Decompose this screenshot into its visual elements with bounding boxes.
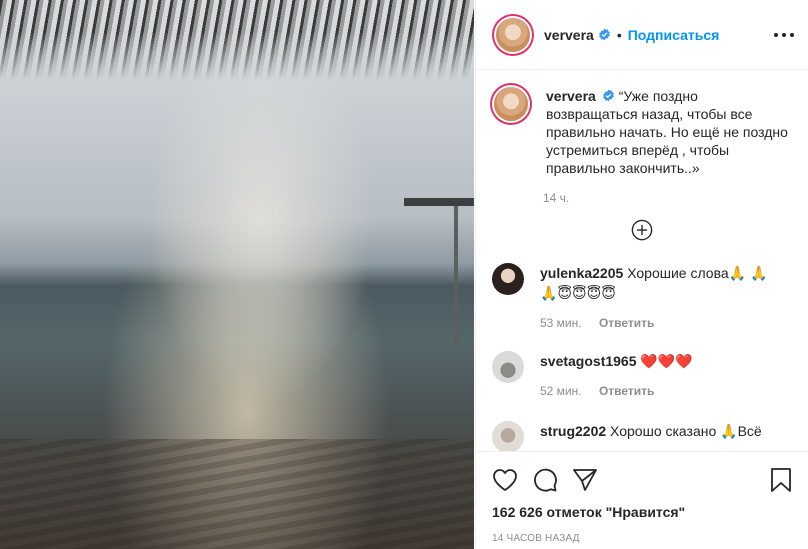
caption: ververa “Уже поздно возвращаться назад, … — [492, 87, 792, 177]
wooden-deck — [0, 439, 474, 549]
caption-time: 14 ч. — [543, 191, 570, 205]
reply-button[interactable]: Ответить — [599, 384, 654, 398]
action-bar — [492, 460, 792, 500]
comment-item: yulenka2205 Хорошие слова🙏 🙏 🙏😇😇😇😇 53 ми… — [492, 263, 792, 333]
comment-item: strug2202 Хорошо сказано 🙏Всё — [492, 421, 792, 451]
separator-dot: • — [616, 26, 622, 43]
heart-icon[interactable] — [492, 468, 518, 492]
caption-username[interactable]: ververa — [546, 88, 596, 104]
comments-list[interactable]: ververa “Уже поздно возвращаться назад, … — [476, 71, 808, 451]
comment-text: ❤️❤️❤️ — [640, 353, 693, 369]
verified-badge-icon — [598, 28, 610, 41]
likes-count[interactable]: 162 626 отметок "Нравится" — [492, 504, 792, 520]
palm-fronds — [0, 0, 474, 80]
commenter-avatar[interactable] — [492, 421, 524, 451]
comment-time: 52 мин. — [540, 384, 582, 398]
more-options-icon[interactable] — [774, 27, 794, 43]
comment-item: svetagost1965 ❤️❤️❤️ 52 мин. Ответить — [492, 351, 792, 401]
commenter-username[interactable]: yulenka2205 — [540, 265, 623, 281]
commenter-username[interactable]: svetagost1965 — [540, 353, 637, 369]
comment-time: 53 мин. — [540, 316, 582, 330]
comment-icon[interactable] — [532, 467, 558, 493]
caption-body: ververa “Уже поздно возвращаться назад, … — [546, 87, 792, 177]
beach-hut — [404, 198, 474, 348]
commenter-username[interactable]: strug2202 — [540, 423, 606, 439]
post-photo[interactable] — [0, 0, 474, 549]
paper-plane-icon[interactable] — [572, 468, 598, 492]
post-header: ververa • Подписаться — [476, 0, 808, 70]
commenter-avatar[interactable] — [492, 263, 524, 295]
post-timestamp[interactable]: 14 часов назад — [492, 533, 792, 544]
follow-button[interactable]: Подписаться — [628, 27, 720, 43]
reply-button[interactable]: Ответить — [599, 316, 654, 330]
post-side-panel: ververa • Подписаться ververa “Уже поздн… — [475, 0, 808, 549]
post-actions: 162 626 отметок "Нравится" 14 часов наза… — [476, 451, 808, 549]
bookmark-icon[interactable] — [770, 467, 792, 493]
author-avatar[interactable] — [496, 17, 530, 52]
author-username[interactable]: ververa — [544, 27, 594, 43]
comment-text: Хорошо сказано 🙏Всё — [610, 423, 762, 439]
caption-avatar[interactable] — [494, 87, 528, 121]
verified-badge-icon — [602, 89, 614, 102]
plus-circle-icon[interactable] — [631, 219, 653, 241]
commenter-avatar[interactable] — [492, 351, 524, 383]
